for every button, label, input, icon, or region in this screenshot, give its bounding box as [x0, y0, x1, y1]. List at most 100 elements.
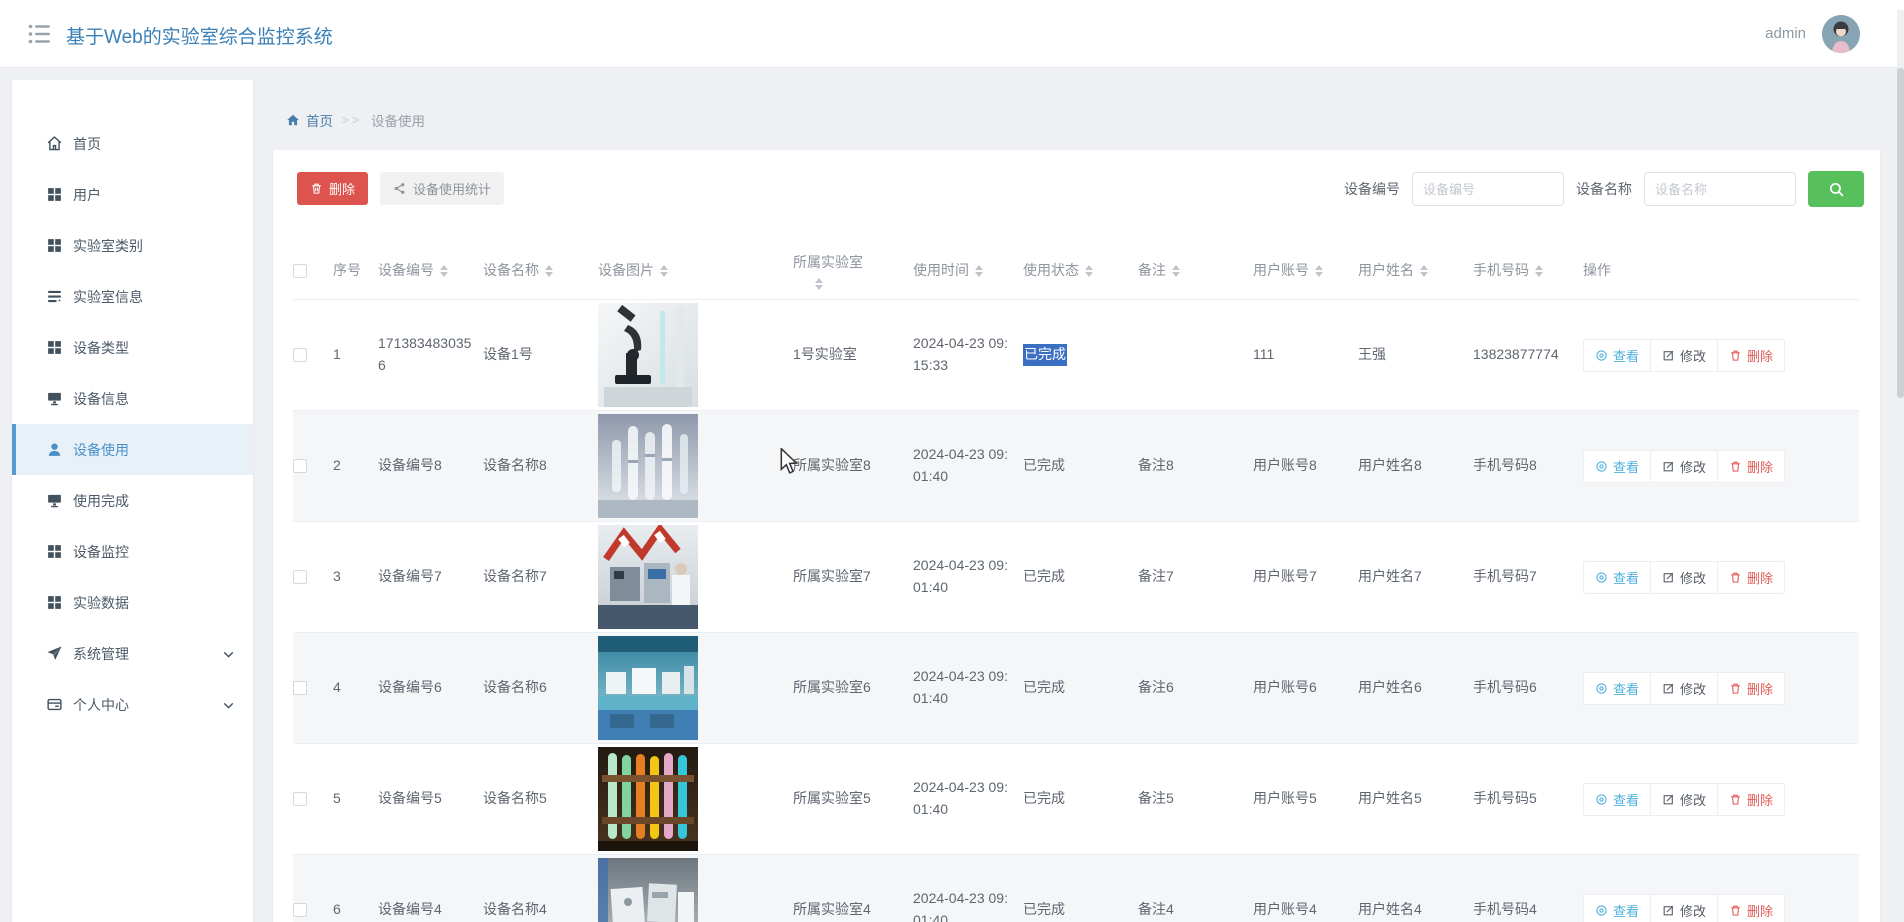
cell-account: 111: [1253, 346, 1275, 363]
delete-row-button[interactable]: 删除: [1718, 672, 1785, 704]
sort-icon[interactable]: [660, 265, 668, 277]
home-icon: [47, 136, 62, 151]
row-checkbox[interactable]: [293, 570, 307, 584]
device-no-label: 设备编号: [1344, 181, 1400, 197]
sort-icon[interactable]: [440, 265, 448, 277]
cell-account: 用户账号8: [1253, 457, 1317, 474]
app-screen: 基于Web的实验室综合监控系统 admin 首页 用户 实验室类别 实验室信息 …: [0, 0, 1904, 922]
row-checkbox[interactable]: [293, 348, 307, 362]
breadcrumb-separator: >>: [342, 113, 363, 127]
cell-status: 已完成: [1023, 679, 1065, 696]
chevron-down-icon: [223, 651, 234, 658]
search-button[interactable]: [1808, 171, 1864, 207]
sidebar-item-lab-info[interactable]: 实验室信息: [12, 271, 253, 322]
view-button[interactable]: 查看: [1584, 561, 1652, 593]
cell-user-name: 用户姓名4: [1358, 901, 1422, 918]
breadcrumb: 首页 >> 设备使用: [286, 110, 425, 130]
sidebar-item-device-info[interactable]: 设备信息: [12, 373, 253, 424]
row-checkbox[interactable]: [293, 903, 307, 917]
delete-row-button[interactable]: 删除: [1718, 450, 1785, 482]
sort-icon[interactable]: [545, 265, 553, 277]
sort-icon[interactable]: [975, 265, 983, 277]
select-all-checkbox[interactable]: [293, 264, 307, 278]
sort-icon[interactable]: [1420, 265, 1428, 277]
search-icon: [1829, 182, 1843, 196]
sidebar-item-personal-center[interactable]: 个人中心: [12, 679, 253, 730]
view-button[interactable]: 查看: [1584, 672, 1652, 704]
grid-icon: [48, 239, 61, 252]
sidebar-item-label: 设备使用: [73, 441, 129, 458]
content-card: 删除 设备使用统计 设备编号 设备名称 序号 设备编号 设备名称 设备: [273, 150, 1880, 922]
edit-button[interactable]: 修改: [1651, 672, 1719, 704]
edit-button[interactable]: 修改: [1651, 339, 1719, 371]
delete-row-button[interactable]: 删除: [1718, 894, 1785, 922]
cell-device-name: 设备名称4: [483, 901, 547, 918]
sidebar-item-device-type[interactable]: 设备类型: [12, 322, 253, 373]
scrollbar-thumb[interactable]: [1897, 68, 1904, 398]
cell-device-no: 设备编号4: [378, 901, 442, 918]
send-icon: [47, 646, 62, 660]
device-name-input[interactable]: [1644, 172, 1796, 206]
trash-icon: [1731, 794, 1740, 805]
sort-icon[interactable]: [1172, 265, 1180, 277]
edit-button[interactable]: 修改: [1651, 450, 1719, 482]
trash-icon: [1731, 572, 1740, 583]
cell-phone: 13823877774: [1473, 346, 1559, 363]
sidebar-item-label: 实验室信息: [73, 288, 143, 305]
sidebar-item-device-monitor[interactable]: 设备监控: [12, 526, 253, 577]
sidebar-item-system-management[interactable]: 系统管理: [12, 628, 253, 679]
cell-lab: 所属实验室5: [793, 790, 871, 807]
edit-button[interactable]: 修改: [1651, 561, 1719, 593]
menu-toggle-icon[interactable]: [28, 23, 52, 45]
grid-icon: [48, 545, 61, 558]
cell-index: 2: [333, 457, 341, 474]
sort-icon[interactable]: [1535, 265, 1543, 277]
device-no-input[interactable]: [1412, 172, 1564, 206]
edit-icon: [1663, 572, 1674, 582]
cell-use-time: 2024-04-23 09:01:40: [913, 890, 1008, 922]
cell-device-no: 设备编号5: [378, 790, 442, 807]
sidebar-item-label: 首页: [73, 135, 101, 152]
toolbar: 删除 设备使用统计: [297, 172, 505, 205]
sidebar-item-device-usage[interactable]: 设备使用: [12, 424, 253, 475]
eye-icon: [1596, 793, 1607, 805]
sidebar-item-users[interactable]: 用户: [12, 169, 253, 220]
sidebar-item-home[interactable]: 首页: [12, 118, 253, 169]
cell-remark: 备注6: [1138, 679, 1174, 696]
breadcrumb-home-link[interactable]: 首页: [286, 110, 333, 130]
sidebar-item-label: 实验数据: [73, 594, 129, 611]
cell-account: 用户账号7: [1253, 568, 1317, 585]
view-button[interactable]: 查看: [1584, 450, 1652, 482]
view-button[interactable]: 查看: [1584, 783, 1652, 815]
username-label[interactable]: admin: [1765, 25, 1806, 42]
delete-button[interactable]: 删除: [297, 172, 369, 205]
cell-user-name: 用户姓名7: [1358, 568, 1422, 585]
view-button[interactable]: 查看: [1584, 339, 1652, 371]
cell-device-name: 设备名称6: [483, 679, 547, 696]
trash-icon: [1731, 461, 1740, 472]
avatar[interactable]: [1822, 15, 1860, 53]
delete-row-button[interactable]: 删除: [1718, 783, 1785, 815]
sidebar-item-label: 用户: [73, 186, 101, 203]
delete-row-button[interactable]: 删除: [1718, 339, 1785, 371]
row-checkbox[interactable]: [293, 459, 307, 473]
sort-icon[interactable]: [1315, 265, 1323, 277]
delete-row-button[interactable]: 删除: [1718, 561, 1785, 593]
cell-phone: 手机号码4: [1473, 901, 1537, 918]
sidebar-item-usage-complete[interactable]: 使用完成: [12, 475, 253, 526]
row-checkbox[interactable]: [293, 681, 307, 695]
vertical-scrollbar[interactable]: [1897, 10, 1904, 922]
sidebar-item-lab-category[interactable]: 实验室类别: [12, 220, 253, 271]
table-row: 6 设备编号4 设备名称4 所属实验室4 2024-04-23 09:01:40…: [293, 855, 1859, 922]
row-checkbox[interactable]: [293, 792, 307, 806]
device-photo-test-tubes: [598, 414, 698, 518]
sort-icon[interactable]: [1085, 265, 1093, 277]
edit-icon: [1663, 905, 1674, 915]
edit-button[interactable]: 修改: [1651, 894, 1719, 922]
column-header-lab: 所属实验室: [793, 252, 913, 290]
edit-button[interactable]: 修改: [1651, 783, 1719, 815]
sidebar-item-experiment-data[interactable]: 实验数据: [12, 577, 253, 628]
sort-icon[interactable]: [815, 277, 823, 290]
view-button[interactable]: 查看: [1584, 894, 1652, 922]
device-usage-stats-button[interactable]: 设备使用统计: [380, 172, 505, 205]
